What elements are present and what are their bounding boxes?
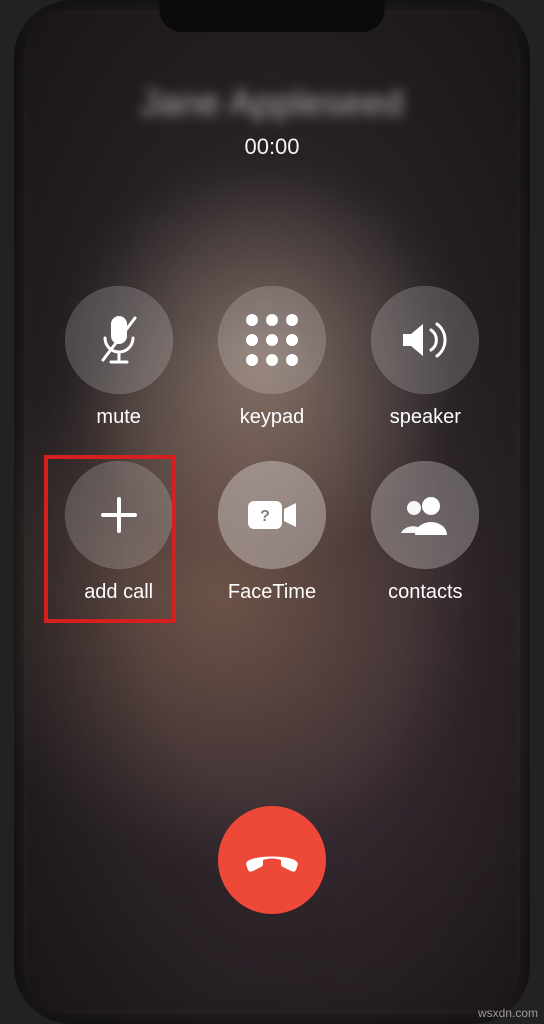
watermark: wsxdn.com (478, 1006, 538, 1020)
addcall-cell: add call (42, 455, 195, 610)
speaker-button[interactable] (371, 286, 479, 394)
caller-info: Jane Appleseed 00:00 (14, 82, 530, 160)
keypad-label: keypad (240, 406, 305, 429)
device-notch (160, 0, 385, 32)
svg-text:?: ? (260, 508, 270, 525)
speaker-icon (397, 316, 453, 364)
mute-button[interactable] (65, 286, 173, 394)
mute-icon (95, 312, 143, 368)
speaker-cell: speaker (349, 280, 502, 435)
facetime-label: FaceTime (228, 581, 316, 604)
addcall-button[interactable] (65, 461, 173, 569)
speaker-label: speaker (390, 406, 461, 429)
facetime-icon: ? (244, 495, 300, 535)
mute-label: mute (96, 406, 140, 429)
contacts-cell: contacts (349, 455, 502, 610)
caller-name: Jane Appleseed (14, 82, 530, 124)
keypad-cell: keypad (195, 280, 348, 435)
endcall-button[interactable] (218, 806, 326, 914)
phone-frame: Jane Appleseed 00:00 mute (14, 0, 530, 1024)
contacts-label: contacts (388, 581, 462, 604)
facetime-button[interactable]: ? (218, 461, 326, 569)
call-screen: Jane Appleseed 00:00 mute (14, 0, 530, 1024)
call-actions-grid: mute keypad (42, 280, 502, 610)
keypad-button[interactable] (218, 286, 326, 394)
facetime-cell: ? FaceTime (195, 455, 348, 610)
call-timer: 00:00 (14, 134, 530, 160)
hangup-icon (242, 846, 302, 874)
addcall-label: add call (84, 581, 153, 604)
plus-icon (95, 491, 143, 539)
keypad-icon (246, 314, 298, 366)
mute-cell: mute (42, 280, 195, 435)
contacts-icon (397, 493, 453, 537)
endcall-wrap (218, 806, 326, 914)
contacts-button[interactable] (371, 461, 479, 569)
